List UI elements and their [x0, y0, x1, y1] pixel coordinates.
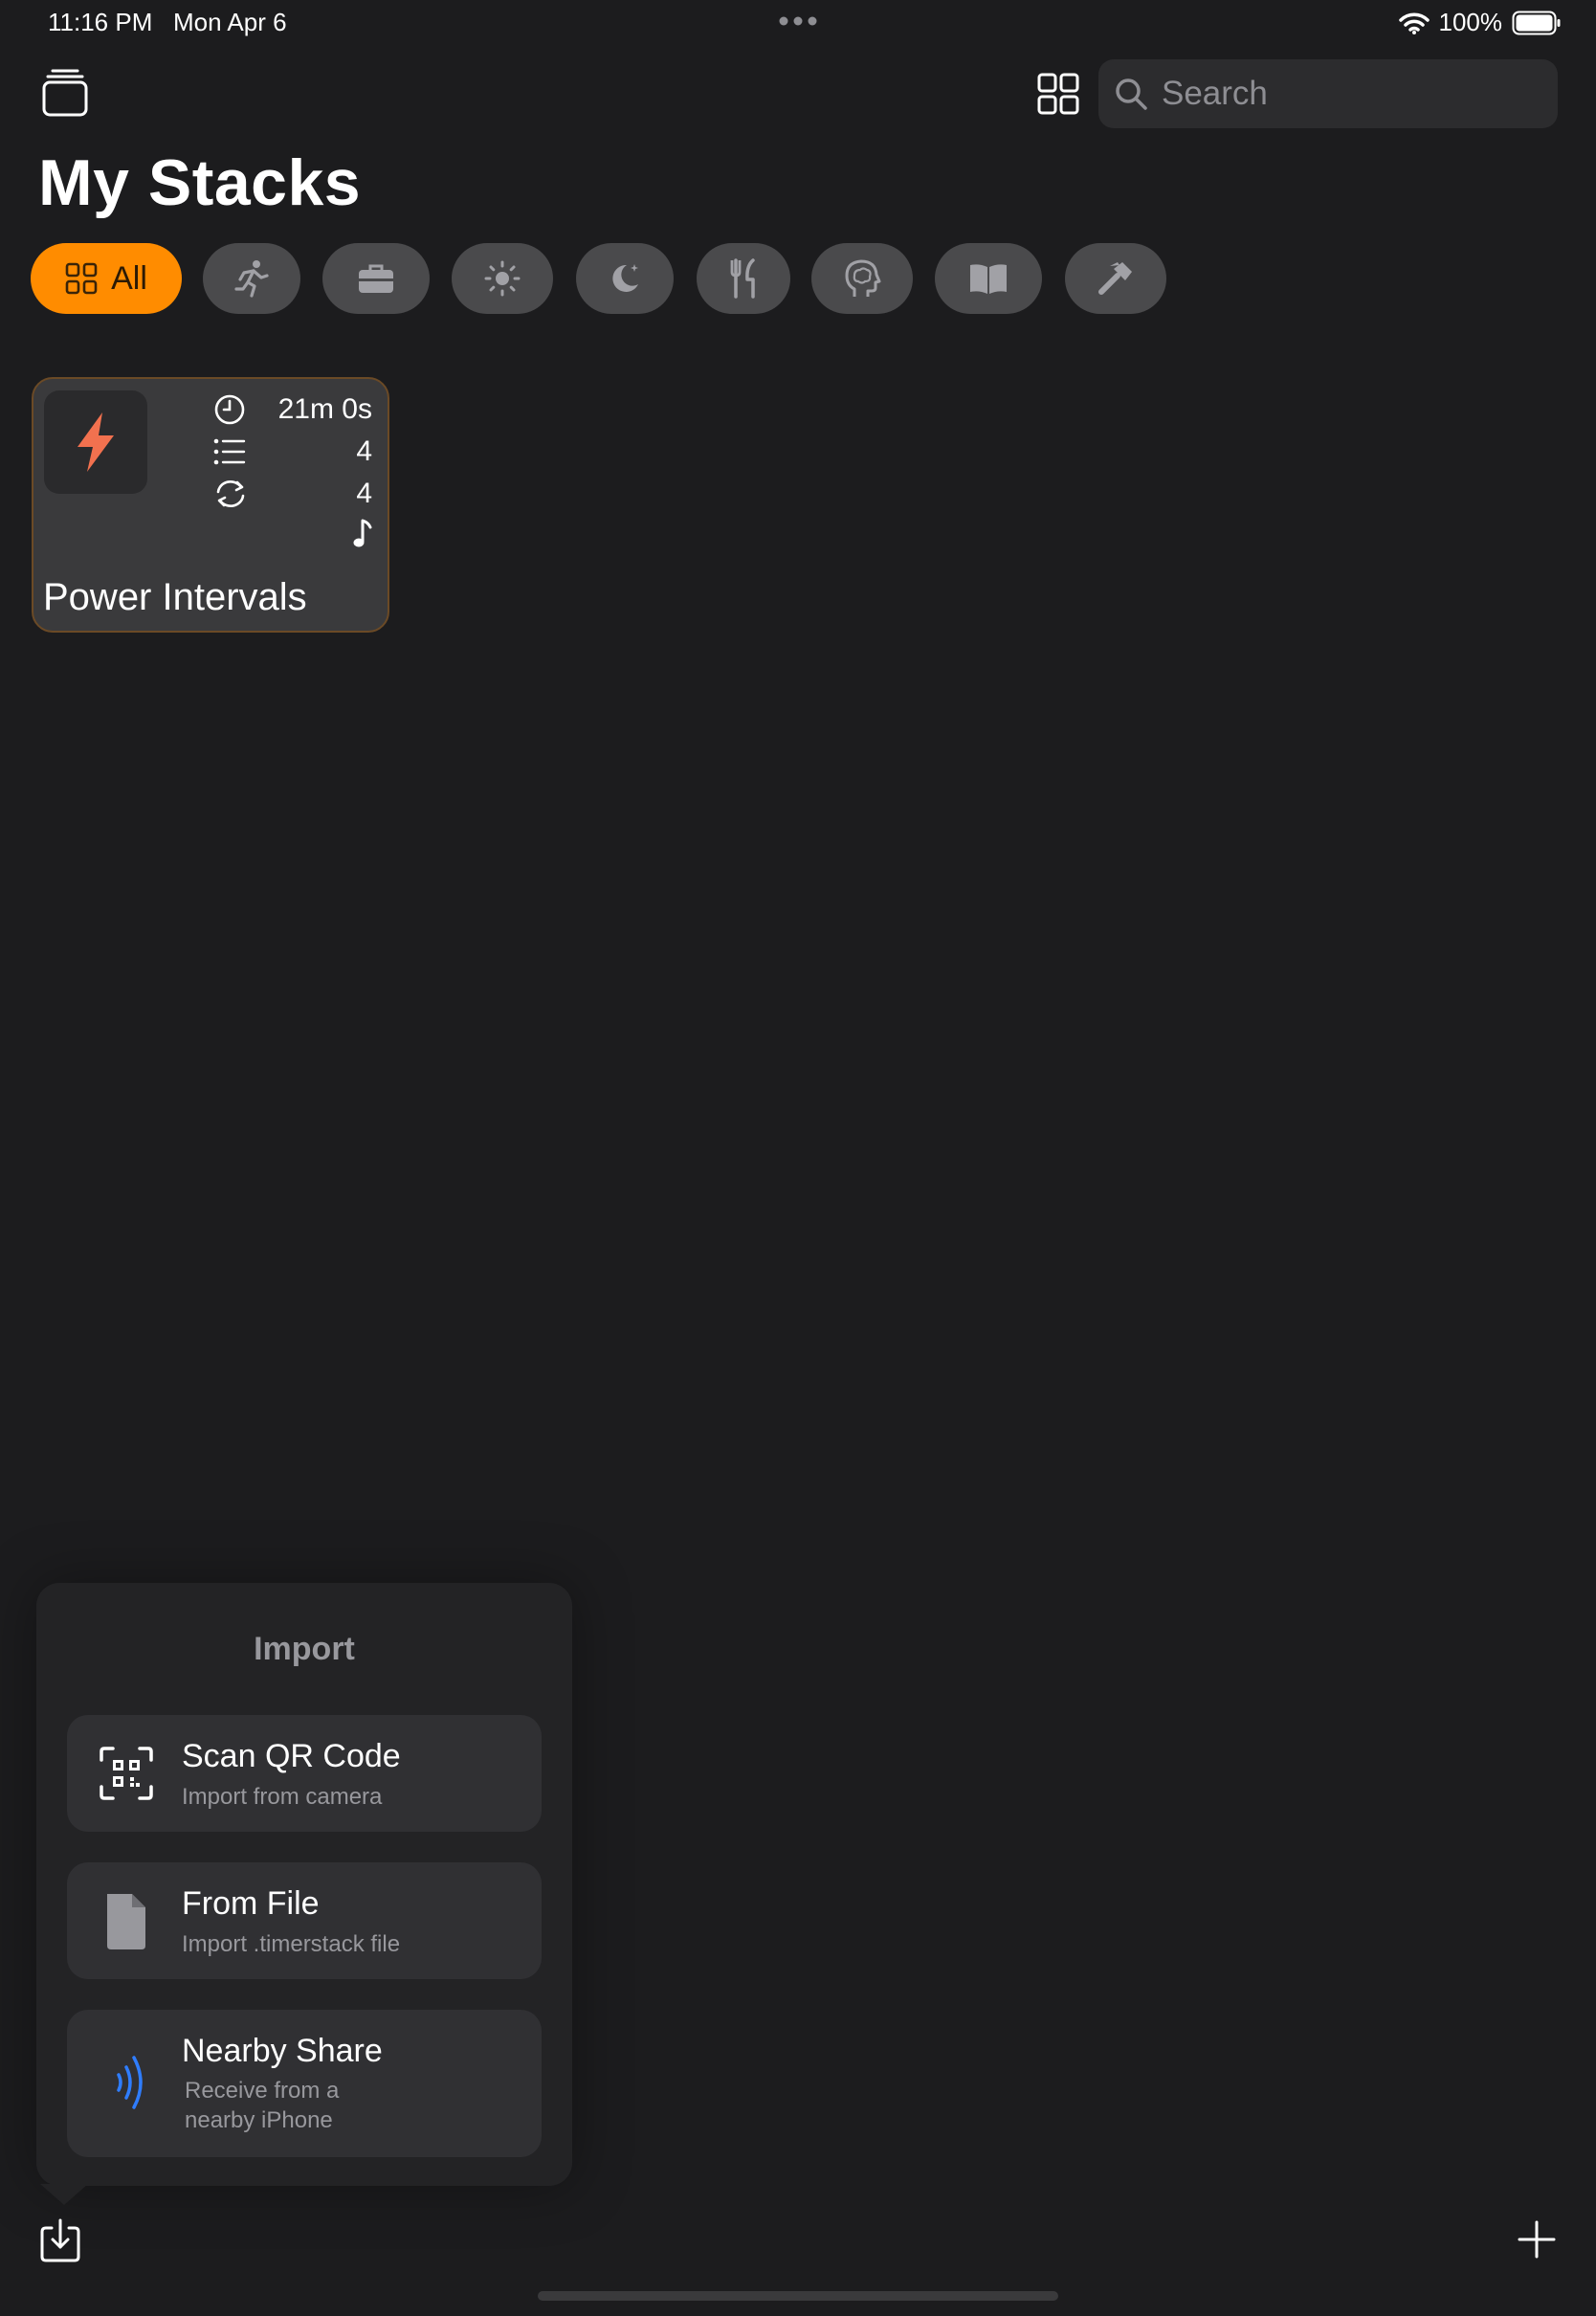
stat-rounds: 4: [213, 475, 372, 513]
bolt-icon: [78, 412, 114, 472]
import-popover-title: Import: [254, 1631, 355, 1667]
list-icon: [213, 438, 246, 465]
page-title: My Stacks: [38, 146, 362, 219]
filter-chip-reading[interactable]: [935, 243, 1042, 314]
sun-icon: [484, 260, 521, 297]
import-popover: Import Scan QR Code Import from camera F…: [36, 1583, 572, 2186]
multitasking-dots-icon[interactable]: [777, 11, 819, 31]
music-note-icon: [353, 519, 372, 547]
duration-value: 21m 0s: [277, 393, 372, 425]
filter-chip-all[interactable]: All: [31, 243, 182, 314]
steps-value: 4: [356, 435, 372, 467]
nearby-share-icon: [117, 2056, 143, 2109]
home-indicator: [538, 2291, 1058, 2301]
nearby-share-subtitle-line2: nearby iPhone: [185, 2107, 333, 2133]
rounds-value: 4: [356, 478, 372, 509]
scan-qr-code-title: Scan QR Code: [182, 1738, 401, 1774]
search-field[interactable]: Search: [1098, 59, 1558, 128]
running-icon: [234, 260, 269, 298]
scan-qr-code-subtitle: Import from camera: [182, 1784, 383, 1810]
filter-chip-morning[interactable]: [452, 243, 553, 314]
repeat-icon: [216, 480, 245, 507]
file-icon: [107, 1894, 145, 1949]
nearby-share-subtitle-line1: Receive from a: [185, 2078, 340, 2104]
stat-duration: 21m 0s: [213, 390, 372, 429]
add-icon[interactable]: [1516, 2218, 1558, 2260]
stat-steps: 4: [213, 433, 372, 471]
from-file-title: From File: [182, 1885, 320, 1922]
stacks-library-icon[interactable]: [38, 65, 92, 119]
all-grid-icon: [65, 262, 98, 295]
filter-chip-exercise[interactable]: [203, 243, 300, 314]
filter-chip-food[interactable]: [697, 243, 790, 314]
nearby-share-option[interactable]: Nearby Share Receive from a nearby iPhon…: [67, 2010, 542, 2157]
stack-card[interactable]: 21m 0s 4 4 Power Intervals: [32, 377, 389, 633]
from-file-option[interactable]: From File Import .timerstack file: [67, 1862, 542, 1979]
filter-chip-work[interactable]: [322, 243, 430, 314]
status-right: 100%: [1398, 8, 1563, 37]
clock-icon: [214, 394, 245, 425]
nearby-share-title: Nearby Share: [182, 2033, 383, 2069]
scan-qr-code-option[interactable]: Scan QR Code Import from camera: [67, 1715, 542, 1832]
from-file-subtitle: Import .timerstack file: [182, 1931, 401, 1957]
status-time-date: 11:16 PM Mon Apr 6: [48, 8, 287, 36]
hammer-icon: [1098, 262, 1132, 295]
head-brain-icon: [845, 259, 881, 297]
book-icon: [970, 264, 1007, 294]
search-icon: [1116, 78, 1147, 110]
filter-chip-tasks[interactable]: [1065, 243, 1166, 314]
filter-chip-night[interactable]: [576, 243, 674, 314]
filter-chip-all-label: All: [111, 259, 147, 297]
wifi-icon: [1398, 12, 1430, 34]
briefcase-icon: [359, 264, 393, 293]
qr-scan-icon: [100, 1747, 153, 1800]
search-placeholder: Search: [1162, 75, 1268, 112]
battery-icon: [1512, 11, 1561, 34]
filter-chip-mind[interactable]: [811, 243, 913, 314]
stack-title: Power Intervals: [43, 576, 307, 618]
moon-icon: [612, 264, 638, 292]
battery-percent: 100%: [1438, 8, 1503, 36]
grid-view-icon[interactable]: [1035, 71, 1081, 117]
fork-knife-icon: [730, 258, 755, 299]
import-tray-icon[interactable]: [38, 2216, 82, 2264]
stack-icon-tile: [44, 390, 147, 494]
popover-arrow: [40, 2184, 88, 2205]
